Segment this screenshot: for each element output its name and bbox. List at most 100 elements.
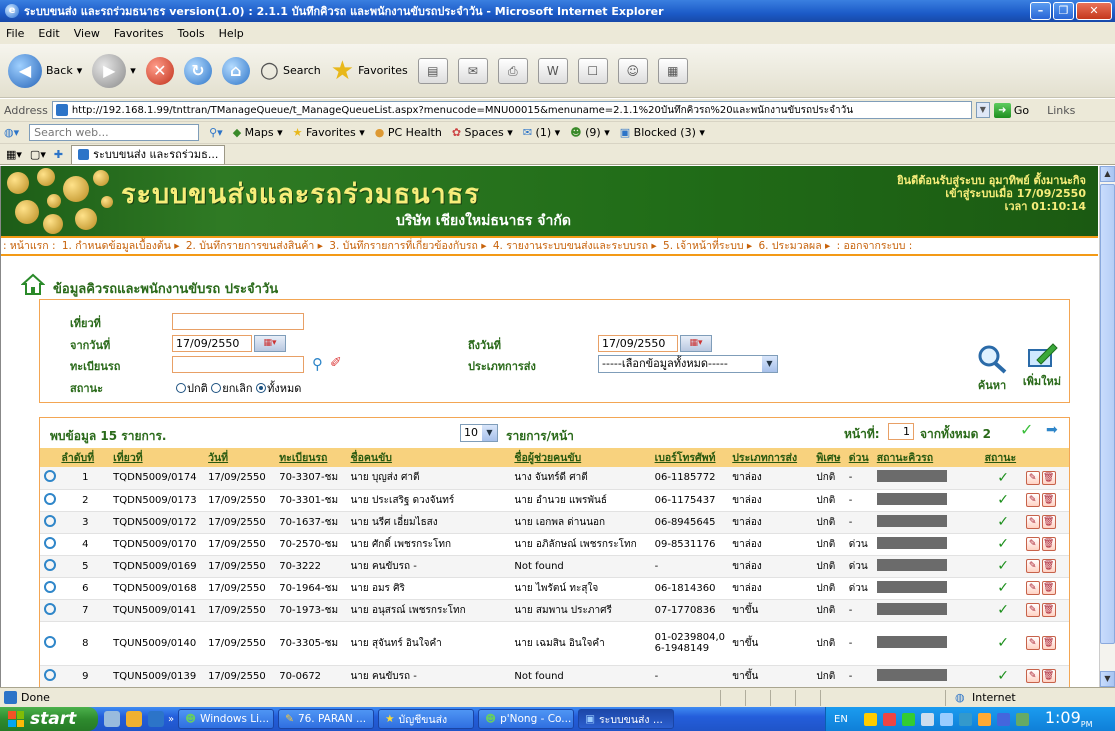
start-button[interactable]: start [0,707,98,731]
radio-cancel[interactable]: ยกเลิก [211,382,253,395]
nav-reports[interactable]: 4. รายงานระบบขนส่งและระบบรถ ▸ [493,240,657,252]
edit-word-icon[interactable]: W [537,57,568,84]
edit-icon[interactable]: ✎ [1025,669,1040,683]
research-icon[interactable]: ▦ [657,57,688,84]
links-blocked[interactable]: ▣ Blocked (3) ▾ [620,126,705,139]
quicklaunch-desktop-icon[interactable] [104,711,120,727]
nav-home[interactable]: : หน้าแรก : [3,240,56,252]
col-driver[interactable]: ชื่อคนขับ [348,448,513,467]
nav-vehicle[interactable]: 3. บันทึกรายการที่เกี่ยวข้องกับรถ ▸ [329,240,486,252]
from-calendar-button[interactable]: ▦▾ [254,335,286,352]
search-button[interactable]: ○ Search [260,58,321,83]
col-phone[interactable]: เบอร์โทรศัพท์ [652,448,731,467]
home-button[interactable]: ⌂ [221,56,250,85]
add-new-button[interactable]: เพิ่มใหม่ [1020,340,1064,390]
col-no[interactable]: ลำดับที่ [59,448,112,467]
edit-icon[interactable]: ✎ [1025,493,1040,507]
trip-input[interactable] [172,313,304,330]
stop-button[interactable]: ✕ [145,56,174,85]
refresh-button[interactable]: ↻ [183,56,212,85]
to-date-input[interactable]: 17/09/2550 [598,335,678,352]
view-detail-icon[interactable] [43,580,56,593]
nav-master-data[interactable]: 1. กำหนดข้อมูลเบื้องต้น ▸ [62,240,180,252]
forward-button[interactable]: ▶ ▾ [92,53,136,88]
restore-button[interactable]: ❐ [1053,2,1074,20]
tray-network-icon[interactable] [920,712,934,726]
go-page-check-icon[interactable]: ✓ [1020,420,1033,439]
view-detail-icon[interactable] [43,470,56,483]
tab-current[interactable]: ระบบขนส่ง และรถร่วมธ... [71,144,226,164]
tab-list-icon[interactable]: ▦▾ [6,148,22,161]
radio-normal[interactable]: ปกติ [176,382,208,395]
transport-type-select[interactable]: -----เลือกข้อมูลทั้งหมด----- ▼ [598,355,778,373]
links-spaces[interactable]: ✿ Spaces ▾ [452,126,513,139]
delete-icon[interactable]: 🗑 [1041,493,1056,507]
address-input[interactable]: http://192.168.1.99/tnttran/TManageQueue… [51,101,972,119]
tray-user-icon[interactable] [901,712,915,726]
delete-icon[interactable]: 🗑 [1041,515,1056,529]
edit-icon[interactable]: ✎ [1025,515,1040,529]
links-mail[interactable]: ✉ (1) ▾ [523,126,560,139]
taskbar-item-current[interactable]: ▣ ระบบขนส่ง ... [578,709,675,729]
tray-security-icon[interactable] [882,712,896,726]
page-number-input[interactable]: 1 [888,423,914,440]
delete-icon[interactable]: 🗑 [1041,559,1056,573]
links-pc-health[interactable]: ● PC Health [375,126,442,139]
col-date[interactable]: วันที่ [206,448,278,467]
go-button[interactable]: ➜ Go [993,102,1029,118]
col-helper[interactable]: ชื่อผู้ช่วยคนขับ [512,448,653,467]
delete-icon[interactable]: 🗑 [1041,669,1056,683]
plate-search-icon[interactable]: ⚲ [312,355,323,373]
quick-tabs-icon[interactable]: ▢▾ [30,148,46,161]
msn-icon[interactable]: ◍▾ [4,126,19,139]
add-favorite-icon[interactable]: ✚ [54,148,63,161]
tray-messenger-icon[interactable] [939,712,953,726]
language-indicator[interactable]: EN [834,714,848,725]
messenger-icon[interactable]: ☺ [617,57,648,84]
vertical-scrollbar[interactable]: ▲ ▼ [1099,166,1115,687]
links-favorites[interactable]: ★ Favorites ▾ [293,126,365,139]
edit-icon[interactable]: ✎ [1025,636,1040,650]
radio-all[interactable]: ทั้งหมด [256,382,301,395]
delete-icon[interactable]: 🗑 [1041,470,1056,485]
eraser-icon[interactable]: ✐ [330,355,342,371]
col-special[interactable]: พิเศษ [814,448,847,467]
menu-edit[interactable]: Edit [38,27,59,40]
tray-edit-icon[interactable] [977,712,991,726]
col-status[interactable]: สถานะ [982,448,1024,467]
menu-file[interactable]: File [6,27,24,40]
edit-icon[interactable]: ✎ [1025,537,1040,551]
tray-shield-icon[interactable] [863,712,877,726]
search-go-icon[interactable]: ⚲▾ [209,126,223,139]
view-detail-icon[interactable] [43,668,56,681]
menu-help[interactable]: Help [219,27,244,40]
view-detail-icon[interactable] [43,558,56,571]
tray-app-icon[interactable] [1015,712,1029,726]
edit-icon[interactable]: ✎ [1025,603,1040,617]
delete-icon[interactable]: 🗑 [1041,636,1056,650]
menu-tools[interactable]: Tools [178,27,205,40]
scroll-thumb[interactable] [1100,184,1115,644]
links-contacts[interactable]: ☻ (9) ▾ [570,126,610,139]
view-detail-icon[interactable] [43,514,56,527]
quicklaunch-more-icon[interactable]: » [168,714,174,725]
edit-icon[interactable]: ✎ [1025,470,1040,485]
view-detail-icon[interactable] [43,492,56,505]
taskbar-item-account[interactable]: ★ บัญชีขนส่ง [378,709,475,729]
view-detail-icon[interactable] [43,536,56,549]
plate-input[interactable] [172,356,304,373]
nav-staff[interactable]: 5. เจ้าหน้าที่ระบบ ▸ [663,240,752,252]
print-icon[interactable]: ⎙ [497,57,528,84]
address-dropdown[interactable]: ▼ [975,102,990,118]
search-web-input[interactable]: Search web... [29,124,200,141]
nav-process[interactable]: 6. ประมวลผล ▸ [759,240,831,252]
scroll-up-icon[interactable]: ▲ [1100,166,1115,182]
menu-view[interactable]: View [74,27,100,40]
taskbar-item-paran[interactable]: ✎ 76. PARAN ... [278,709,375,729]
quicklaunch-ie-icon[interactable] [148,711,164,727]
tray-sync-icon[interactable] [958,712,972,726]
delete-icon[interactable]: 🗑 [1041,537,1056,551]
from-date-input[interactable]: 17/09/2550 [172,335,252,352]
minimize-button[interactable]: – [1030,2,1051,20]
view-detail-icon[interactable] [43,635,56,648]
